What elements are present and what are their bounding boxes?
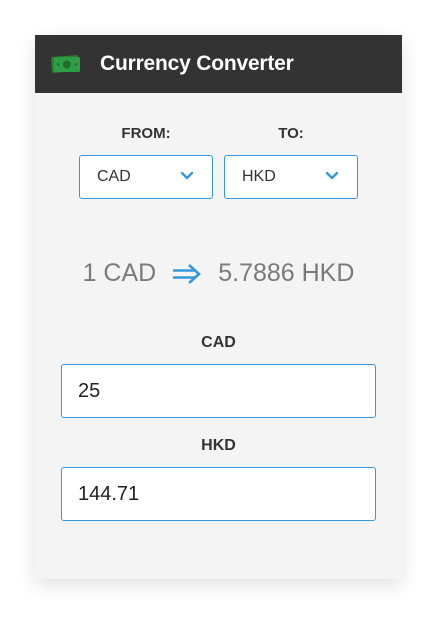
from-amount-input[interactable] bbox=[61, 364, 376, 418]
rate-base: 1 CAD bbox=[82, 259, 157, 287]
chevron-down-icon bbox=[325, 171, 339, 180]
double-arrow-right-icon bbox=[173, 263, 202, 284]
app-title: Currency Converter bbox=[100, 52, 294, 75]
to-currency-select[interactable]: HKD bbox=[224, 155, 358, 199]
exchange-rate: 1 CAD 5.7886 HKD bbox=[35, 259, 402, 288]
chevron-down-icon bbox=[180, 171, 194, 180]
money-bill-icon bbox=[51, 55, 80, 73]
from-currency-select[interactable]: CAD bbox=[79, 155, 213, 199]
header-bar: Currency Converter bbox=[35, 35, 402, 93]
from-amount-label: CAD bbox=[201, 334, 236, 351]
to-amount-input[interactable] bbox=[61, 467, 376, 521]
to-currency-value: HKD bbox=[242, 168, 276, 185]
converter-card: Currency Converter FROM: TO: CAD HKD 1 C… bbox=[35, 35, 402, 579]
rate-result: 5.7886 HKD bbox=[218, 259, 355, 287]
from-label: FROM: bbox=[121, 125, 171, 142]
to-amount-label: HKD bbox=[201, 437, 236, 454]
to-label: TO: bbox=[278, 125, 304, 142]
from-currency-value: CAD bbox=[97, 168, 131, 185]
